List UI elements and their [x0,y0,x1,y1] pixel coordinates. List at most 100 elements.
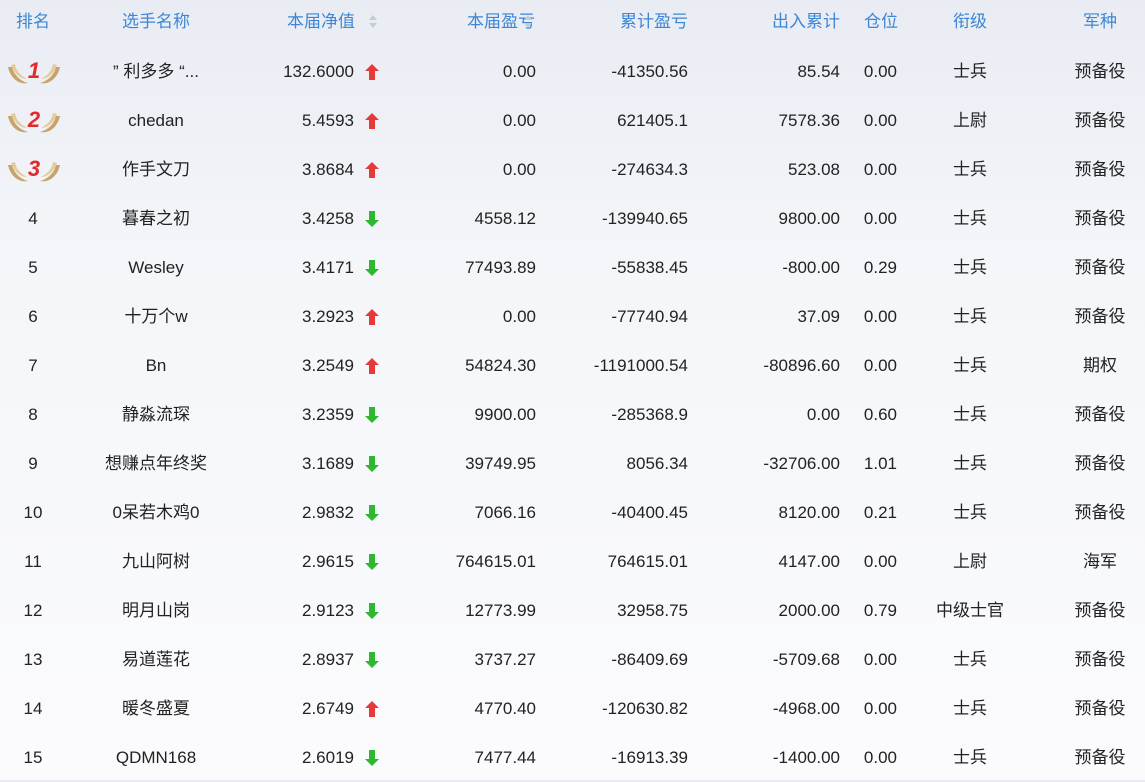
player-name-link[interactable]: 十万个w [76,292,236,341]
table-row[interactable]: 10 0呆若木鸡0 2.9832 7066.16 -40400.45 8120.00 0.2… [0,488,1145,537]
cumulative-profit: -55838.45 [611,258,688,277]
table-row[interactable]: 11 九山阿树 2.9615 764615.01 764615.01 4147.00 0.0… [0,537,1145,586]
service-branch: 预备役 [1074,307,1126,326]
service-branch: 预备役 [1074,699,1126,718]
service-branch: 预备役 [1074,111,1126,130]
cumulative-profit: -77740.94 [611,307,688,326]
player-name-link[interactable]: 暮春之初 [76,194,236,243]
table-row[interactable]: 4 暮春之初 3.4258 4558.12 -139940.65 9800.00 0.00 士… [0,194,1145,243]
rank-title: 士兵 [953,160,987,179]
cumulative-profit: 32958.75 [617,601,688,620]
net-value: 2.9615 [302,552,354,571]
rank-title: 上尉 [953,552,987,571]
service-branch: 预备役 [1074,405,1126,424]
player-name-link[interactable]: 暖冬盛夏 [76,684,236,733]
cumulative-profit: -86409.69 [611,650,688,669]
rank-number: 14 [23,699,43,718]
table-row[interactable]: 1 ” 利多多 “... 132.6000 0.00 -41350.56 85.54 0.0… [0,47,1145,96]
position: 0.21 [863,503,897,522]
table-row[interactable]: 12 明月山岗 2.9123 12773.99 32958.75 2000.00 0.79 中… [0,586,1145,635]
player-name-link[interactable]: 想赚点年终奖 [76,439,236,488]
rank-title: 士兵 [953,503,987,522]
rank-title: 士兵 [953,650,987,669]
arrow-down-icon [363,733,383,782]
arrow-down-icon [363,390,383,439]
table-header: 排名 选手名称 本届净值 本届盈亏 累计盈亏 出入累计 仓位 衔级 军种 [0,0,1145,44]
session-profit: 3737.27 [474,650,536,669]
player-name-link[interactable]: 作手文刀 [76,145,236,194]
cumulative-profit: -1191000.54 [593,356,688,375]
sort-icon[interactable] [524,15,534,29]
in-out-total: 9800.00 [778,209,840,228]
session-profit: 54824.30 [465,356,536,375]
player-name-link[interactable]: Bn [76,341,236,390]
ranking-table: 排名 选手名称 本届净值 本届盈亏 累计盈亏 出入累计 仓位 衔级 军种 1 ” … [0,0,1145,780]
service-branch: 预备役 [1074,748,1126,767]
player-name-link[interactable]: 0呆若木鸡0 [76,488,236,537]
arrow-down-icon [363,635,383,684]
table-row[interactable]: 6 十万个w 3.2923 0.00 -77740.94 37.09 0.00 士兵 预备役 [0,292,1145,341]
table-row[interactable]: 8 静淼流琛 3.2359 9900.00 -285368.9 0.00 0.60 士兵 预备役 [0,390,1145,439]
net-value: 3.8684 [302,160,354,179]
header-nav-sortable[interactable]: 本届净值 [287,0,355,44]
cumulative-profit: -40400.45 [611,503,688,522]
net-value: 3.1689 [302,454,354,473]
position: 0.00 [863,650,897,669]
table-row[interactable]: 3 作手文刀 3.8684 0.00 -274634.3 523.08 0.00 士兵 预备役 [0,145,1145,194]
player-name-link[interactable]: Wesley [76,243,236,292]
arrow-down-icon [363,488,383,537]
position: 0.60 [863,405,897,424]
session-profit: 77493.89 [465,258,536,277]
rank-title: 上尉 [953,111,987,130]
player-name-link[interactable]: 明月山岗 [76,586,236,635]
in-out-total: -5709.68 [772,650,840,669]
table-row[interactable]: 5 Wesley 3.4171 77493.89 -55838.45 -800.00 0.2… [0,243,1145,292]
rank-title: 中级士官 [936,601,1004,620]
player-name-link[interactable]: 九山阿树 [76,537,236,586]
table-row[interactable]: 13 易道莲花 2.8937 3737.27 -86409.69 -5709.68 0.00… [0,635,1145,684]
position: 0.00 [863,111,897,130]
net-value: 2.9832 [302,503,354,522]
rank-number: 15 [23,748,43,767]
position: 0.29 [863,258,897,277]
arrow-up-icon [363,96,383,145]
session-profit: 7477.44 [474,748,536,767]
service-branch: 预备役 [1074,601,1126,620]
cumulative-profit: 764615.01 [607,552,688,571]
net-value: 5.4593 [302,111,354,130]
table-row[interactable]: 14 暖冬盛夏 2.6749 4770.40 -120630.82 -4968.00 0.0… [0,684,1145,733]
rank-title: 士兵 [953,356,987,375]
net-value: 132.6000 [283,62,354,81]
player-name-link[interactable]: 静淼流琛 [76,390,236,439]
position: 0.00 [863,62,897,81]
player-name-link[interactable]: 易道莲花 [76,635,236,684]
arrow-down-icon [363,586,383,635]
medal-icon: 2 [0,96,66,145]
service-branch: 预备役 [1074,503,1126,522]
player-name-link[interactable]: ” 利多多 “... [76,47,236,96]
sort-icon[interactable] [369,15,379,29]
player-name-link[interactable]: QDMN168 [76,733,236,782]
rank-title: 士兵 [953,62,987,81]
net-value: 3.2549 [302,356,354,375]
session-profit: 7066.16 [474,503,536,522]
cumulative-profit: -41350.56 [611,62,688,81]
session-profit: 4558.12 [474,209,536,228]
position: 0.79 [863,601,897,620]
in-out-total: -4968.00 [772,699,840,718]
in-out-total: -32706.00 [763,454,840,473]
in-out-total: 4147.00 [778,552,840,571]
in-out-total: 2000.00 [778,601,840,620]
rank-number: 2 [27,107,41,132]
rank-number: 8 [28,405,38,424]
table-row[interactable]: 2 chedan 5.4593 0.00 621405.1 7578.36 0.00 上尉 预备… [0,96,1145,145]
cumulative-profit: -139940.65 [601,209,688,228]
header-title: 衔级 [953,12,987,31]
rank-title: 士兵 [953,748,987,767]
player-name-link[interactable]: chedan [76,96,236,145]
session-profit: 764615.01 [455,552,536,571]
table-row[interactable]: 9 想赚点年终奖 3.1689 39749.95 8056.34 -32706.00 1.0… [0,439,1145,488]
table-row[interactable]: 7 Bn 3.2549 54824.30 -1191000.54 -80896.60 0.0… [0,341,1145,390]
rank-number: 3 [28,156,40,181]
table-row[interactable]: 15 QDMN168 2.6019 7477.44 -16913.39 -1400.00 0… [0,733,1145,782]
